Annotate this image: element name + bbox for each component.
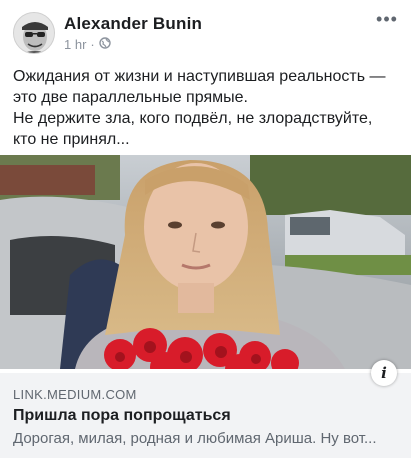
link-title[interactable]: Пришла пора попрощаться (13, 407, 231, 425)
avatar-image (14, 13, 54, 53)
post-text-line: это две параллельные прямые. (13, 89, 248, 106)
link-preview[interactable]: LINK.MEDIUM.COM Пришла пора попрощаться … (0, 373, 411, 458)
globe-icon (99, 37, 111, 52)
avatar[interactable] (13, 12, 55, 54)
meta-separator: · (90, 37, 95, 52)
post-time[interactable]: 1 hr (64, 37, 86, 52)
link-preview-image[interactable] (0, 155, 411, 369)
link-description: Дорогая, милая, родная и любимая Ариша. … (13, 430, 377, 447)
post-text: Ожидания от жизни и наступившая реальнос… (13, 66, 403, 150)
author-name[interactable]: Alexander Bunin (64, 14, 202, 34)
post-header: Alexander Bunin 1 hr · ••• (0, 0, 411, 62)
post-text-line: кто не принял... (13, 131, 130, 148)
more-options-button[interactable]: ••• (375, 10, 399, 30)
link-domain: LINK.MEDIUM.COM (13, 387, 137, 402)
photo-illustration (0, 155, 411, 369)
more-horizontal-icon: ••• (376, 9, 398, 29)
info-icon: i (381, 364, 387, 382)
post-text-line: Не держите зла, кого подвёл, не злорадст… (13, 110, 373, 127)
post-text-line: Ожидания от жизни и наступившая реальнос… (13, 68, 386, 85)
post-meta: 1 hr · (64, 37, 111, 52)
info-button[interactable]: i (371, 360, 397, 386)
